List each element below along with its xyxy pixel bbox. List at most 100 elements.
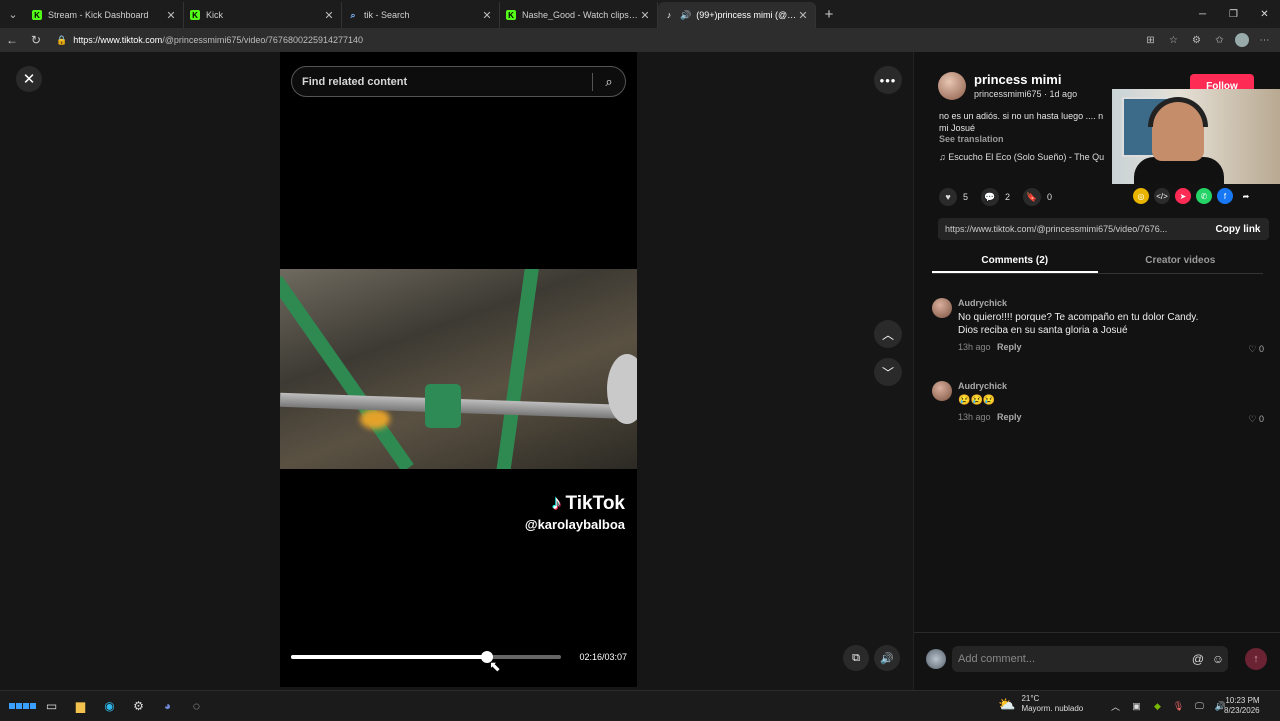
comment-item: Audrychick 😢😢😢 13h ago Reply ♡ 0 bbox=[932, 381, 1272, 431]
author-name[interactable]: princess mimi bbox=[974, 72, 1061, 87]
windows-taskbar: ▭ ▆ ◉ ⚙ ◕ ◌ ⛅ 21°C Mayorm. nublado ︿ ▣ ◆… bbox=[0, 690, 1280, 720]
video-frame[interactable]: Find related content ⌕ ♪ TikTok @karolay… bbox=[280, 52, 637, 687]
close-video-icon[interactable]: ✕ bbox=[16, 66, 42, 92]
windows-start-icon[interactable] bbox=[8, 693, 37, 719]
close-tab-icon[interactable]: ✕ bbox=[481, 9, 493, 22]
tab-tiktok-active[interactable]: ♪ 🔊 (99+)princess mimi (@princess ✕ bbox=[658, 2, 816, 28]
reply-button[interactable]: Reply bbox=[997, 342, 1022, 352]
like-stat[interactable]: ♥ 5 bbox=[939, 188, 968, 206]
heart-outline-icon[interactable]: ♡ bbox=[1248, 414, 1256, 424]
volume-icon[interactable]: 🔊 bbox=[874, 645, 900, 671]
microphone-icon[interactable]: 🎙 bbox=[1168, 701, 1189, 712]
weather-widget[interactable]: ⛅ 21°C Mayorm. nublado bbox=[998, 694, 1083, 714]
tiktok-note-icon: ♪ bbox=[551, 492, 562, 514]
like-count: 5 bbox=[963, 192, 969, 202]
steam-icon[interactable]: ⚙ bbox=[124, 693, 153, 719]
tab-kick[interactable]: K Kick ✕ bbox=[184, 2, 342, 28]
comment-time: 13h ago bbox=[958, 342, 991, 352]
kick-icon: K bbox=[190, 10, 200, 20]
comment-time: 13h ago bbox=[958, 412, 991, 422]
tab-kick-clips[interactable]: K Nashe_Good - Watch clips on Kick ✕ bbox=[500, 2, 658, 28]
url-field[interactable]: 🔒 https://www.tiktok.com /@princessmimi6… bbox=[48, 30, 1139, 50]
comment-input[interactable]: Add comment... bbox=[958, 653, 1188, 665]
network-icon[interactable]: 🖵 bbox=[1189, 701, 1210, 712]
next-video-chevron-down-icon[interactable]: ﹀ bbox=[874, 358, 902, 386]
nvidia-icon[interactable]: ◆ bbox=[1147, 701, 1168, 712]
bookmark-icon[interactable]: 🔖 bbox=[1023, 188, 1042, 206]
picture-in-picture-icon[interactable]: ⧉ bbox=[843, 645, 869, 671]
comment-like[interactable]: ♡ 0 bbox=[1248, 414, 1264, 425]
tab-kick-dashboard[interactable]: K Stream - Kick Dashboard ✕ bbox=[26, 2, 184, 28]
heart-outline-icon[interactable]: ♡ bbox=[1248, 344, 1256, 354]
comment-stat[interactable]: 💬 2 bbox=[981, 188, 1010, 206]
tab-actions-menu-icon[interactable]: ⌄ bbox=[0, 0, 26, 28]
search-icon[interactable]: ⌕ bbox=[593, 74, 625, 90]
close-tab-icon[interactable]: ✕ bbox=[797, 9, 809, 22]
favorites-list-icon[interactable]: ✩ bbox=[1208, 35, 1231, 46]
favorite-star-icon[interactable]: ☆ bbox=[1162, 35, 1185, 46]
commenter-avatar[interactable] bbox=[932, 298, 952, 318]
discord-icon[interactable]: ◕ bbox=[153, 693, 182, 719]
close-tab-icon[interactable]: ✕ bbox=[323, 9, 335, 22]
restore-icon[interactable]: ❐ bbox=[1218, 0, 1249, 28]
app-available-icon[interactable]: ⊞ bbox=[1139, 35, 1162, 46]
file-explorer-icon[interactable]: ▆ bbox=[66, 693, 95, 719]
facebook-icon[interactable]: f bbox=[1217, 188, 1233, 204]
tab-creator-videos[interactable]: Creator videos bbox=[1098, 250, 1264, 273]
share-arrow-icon[interactable]: ➦ bbox=[1238, 188, 1254, 204]
more-options-icon[interactable]: ••• bbox=[874, 66, 902, 94]
heart-icon[interactable]: ♥ bbox=[939, 188, 957, 206]
minimize-icon[interactable]: ─ bbox=[1187, 0, 1218, 28]
find-related-search[interactable]: Find related content ⌕ bbox=[291, 66, 626, 97]
comment-like[interactable]: ♡ 0 bbox=[1248, 344, 1264, 355]
music-track[interactable]: ♫ Escucho El Eco (Solo Sueño) - The Qu bbox=[939, 152, 1104, 162]
send-to-friends-icon[interactable]: ➤ bbox=[1175, 188, 1191, 204]
close-window-icon[interactable]: ✕ bbox=[1249, 0, 1280, 28]
task-view-icon[interactable]: ▭ bbox=[37, 693, 66, 719]
emoji-icon[interactable]: ☺ bbox=[1208, 652, 1228, 666]
commenter-name[interactable]: Audrychick bbox=[958, 381, 1007, 391]
post-comment-arrow-icon[interactable]: ↑ bbox=[1245, 648, 1267, 670]
system-clock[interactable]: 10:23 PM 8/23/2026 bbox=[1224, 696, 1260, 716]
video-progress-bar[interactable] bbox=[291, 651, 561, 663]
post-link-url[interactable]: https://www.tiktok.com/@princessmimi675/… bbox=[938, 224, 1207, 234]
reply-button[interactable]: Reply bbox=[997, 412, 1022, 422]
weather-text: 21°C Mayorm. nublado bbox=[1021, 694, 1083, 714]
save-stat[interactable]: 🔖 0 bbox=[1023, 188, 1052, 206]
more-options-icon[interactable]: ⋯ bbox=[1253, 35, 1276, 46]
speaker-icon[interactable]: 🔊 bbox=[680, 10, 691, 21]
mention-at-icon[interactable]: @ bbox=[1188, 652, 1208, 666]
search-input[interactable]: Find related content bbox=[302, 76, 592, 88]
commenter-name[interactable]: Audrychick bbox=[958, 298, 1007, 308]
author-handle[interactable]: princessmimi675 bbox=[974, 89, 1042, 99]
show-hidden-icons-chevron-icon[interactable]: ︿ bbox=[1105, 700, 1126, 713]
embed-code-icon[interactable]: </> bbox=[1154, 188, 1170, 204]
tab-label: Kick bbox=[206, 10, 224, 20]
close-tab-icon[interactable]: ✕ bbox=[639, 9, 651, 22]
current-user-avatar bbox=[926, 649, 946, 669]
edge-browser-icon[interactable]: ◉ bbox=[95, 693, 124, 719]
comment-bubble-icon[interactable]: 💬 bbox=[981, 188, 1000, 206]
extensions-icon[interactable]: ⚙ bbox=[1185, 35, 1208, 46]
author-avatar[interactable] bbox=[938, 72, 966, 100]
see-translation-link[interactable]: See translation bbox=[939, 134, 1004, 144]
tray-app-icon[interactable]: ▣ bbox=[1126, 701, 1147, 712]
new-tab-plus-icon[interactable]: + bbox=[816, 6, 842, 23]
tab-search[interactable]: ⌕ tik - Search ✕ bbox=[342, 2, 500, 28]
tiktok-watermark: ♪ TikTok @karolaybalboa bbox=[525, 492, 625, 532]
kick-icon: K bbox=[506, 10, 516, 20]
close-tab-icon[interactable]: ✕ bbox=[165, 9, 177, 22]
copy-link-box: https://www.tiktok.com/@princessmimi675/… bbox=[938, 218, 1269, 240]
comment-input-box[interactable]: Add comment... @ ☺ bbox=[952, 646, 1228, 672]
whatsapp-icon[interactable]: ✆ bbox=[1196, 188, 1212, 204]
copy-link-button[interactable]: Copy link bbox=[1207, 224, 1269, 235]
back-arrow-icon[interactable]: ← bbox=[0, 28, 24, 52]
tab-comments[interactable]: Comments (2) bbox=[932, 250, 1098, 273]
app-icon[interactable]: ◌ bbox=[182, 693, 211, 719]
watermark-brand: TikTok bbox=[565, 492, 625, 514]
refresh-icon[interactable]: ↻ bbox=[24, 28, 48, 52]
previous-video-chevron-up-icon[interactable]: ︿ bbox=[874, 320, 902, 348]
commenter-avatar[interactable] bbox=[932, 381, 952, 401]
profile-avatar[interactable] bbox=[1235, 33, 1249, 47]
coin-gift-icon[interactable]: ◎ bbox=[1133, 188, 1149, 204]
